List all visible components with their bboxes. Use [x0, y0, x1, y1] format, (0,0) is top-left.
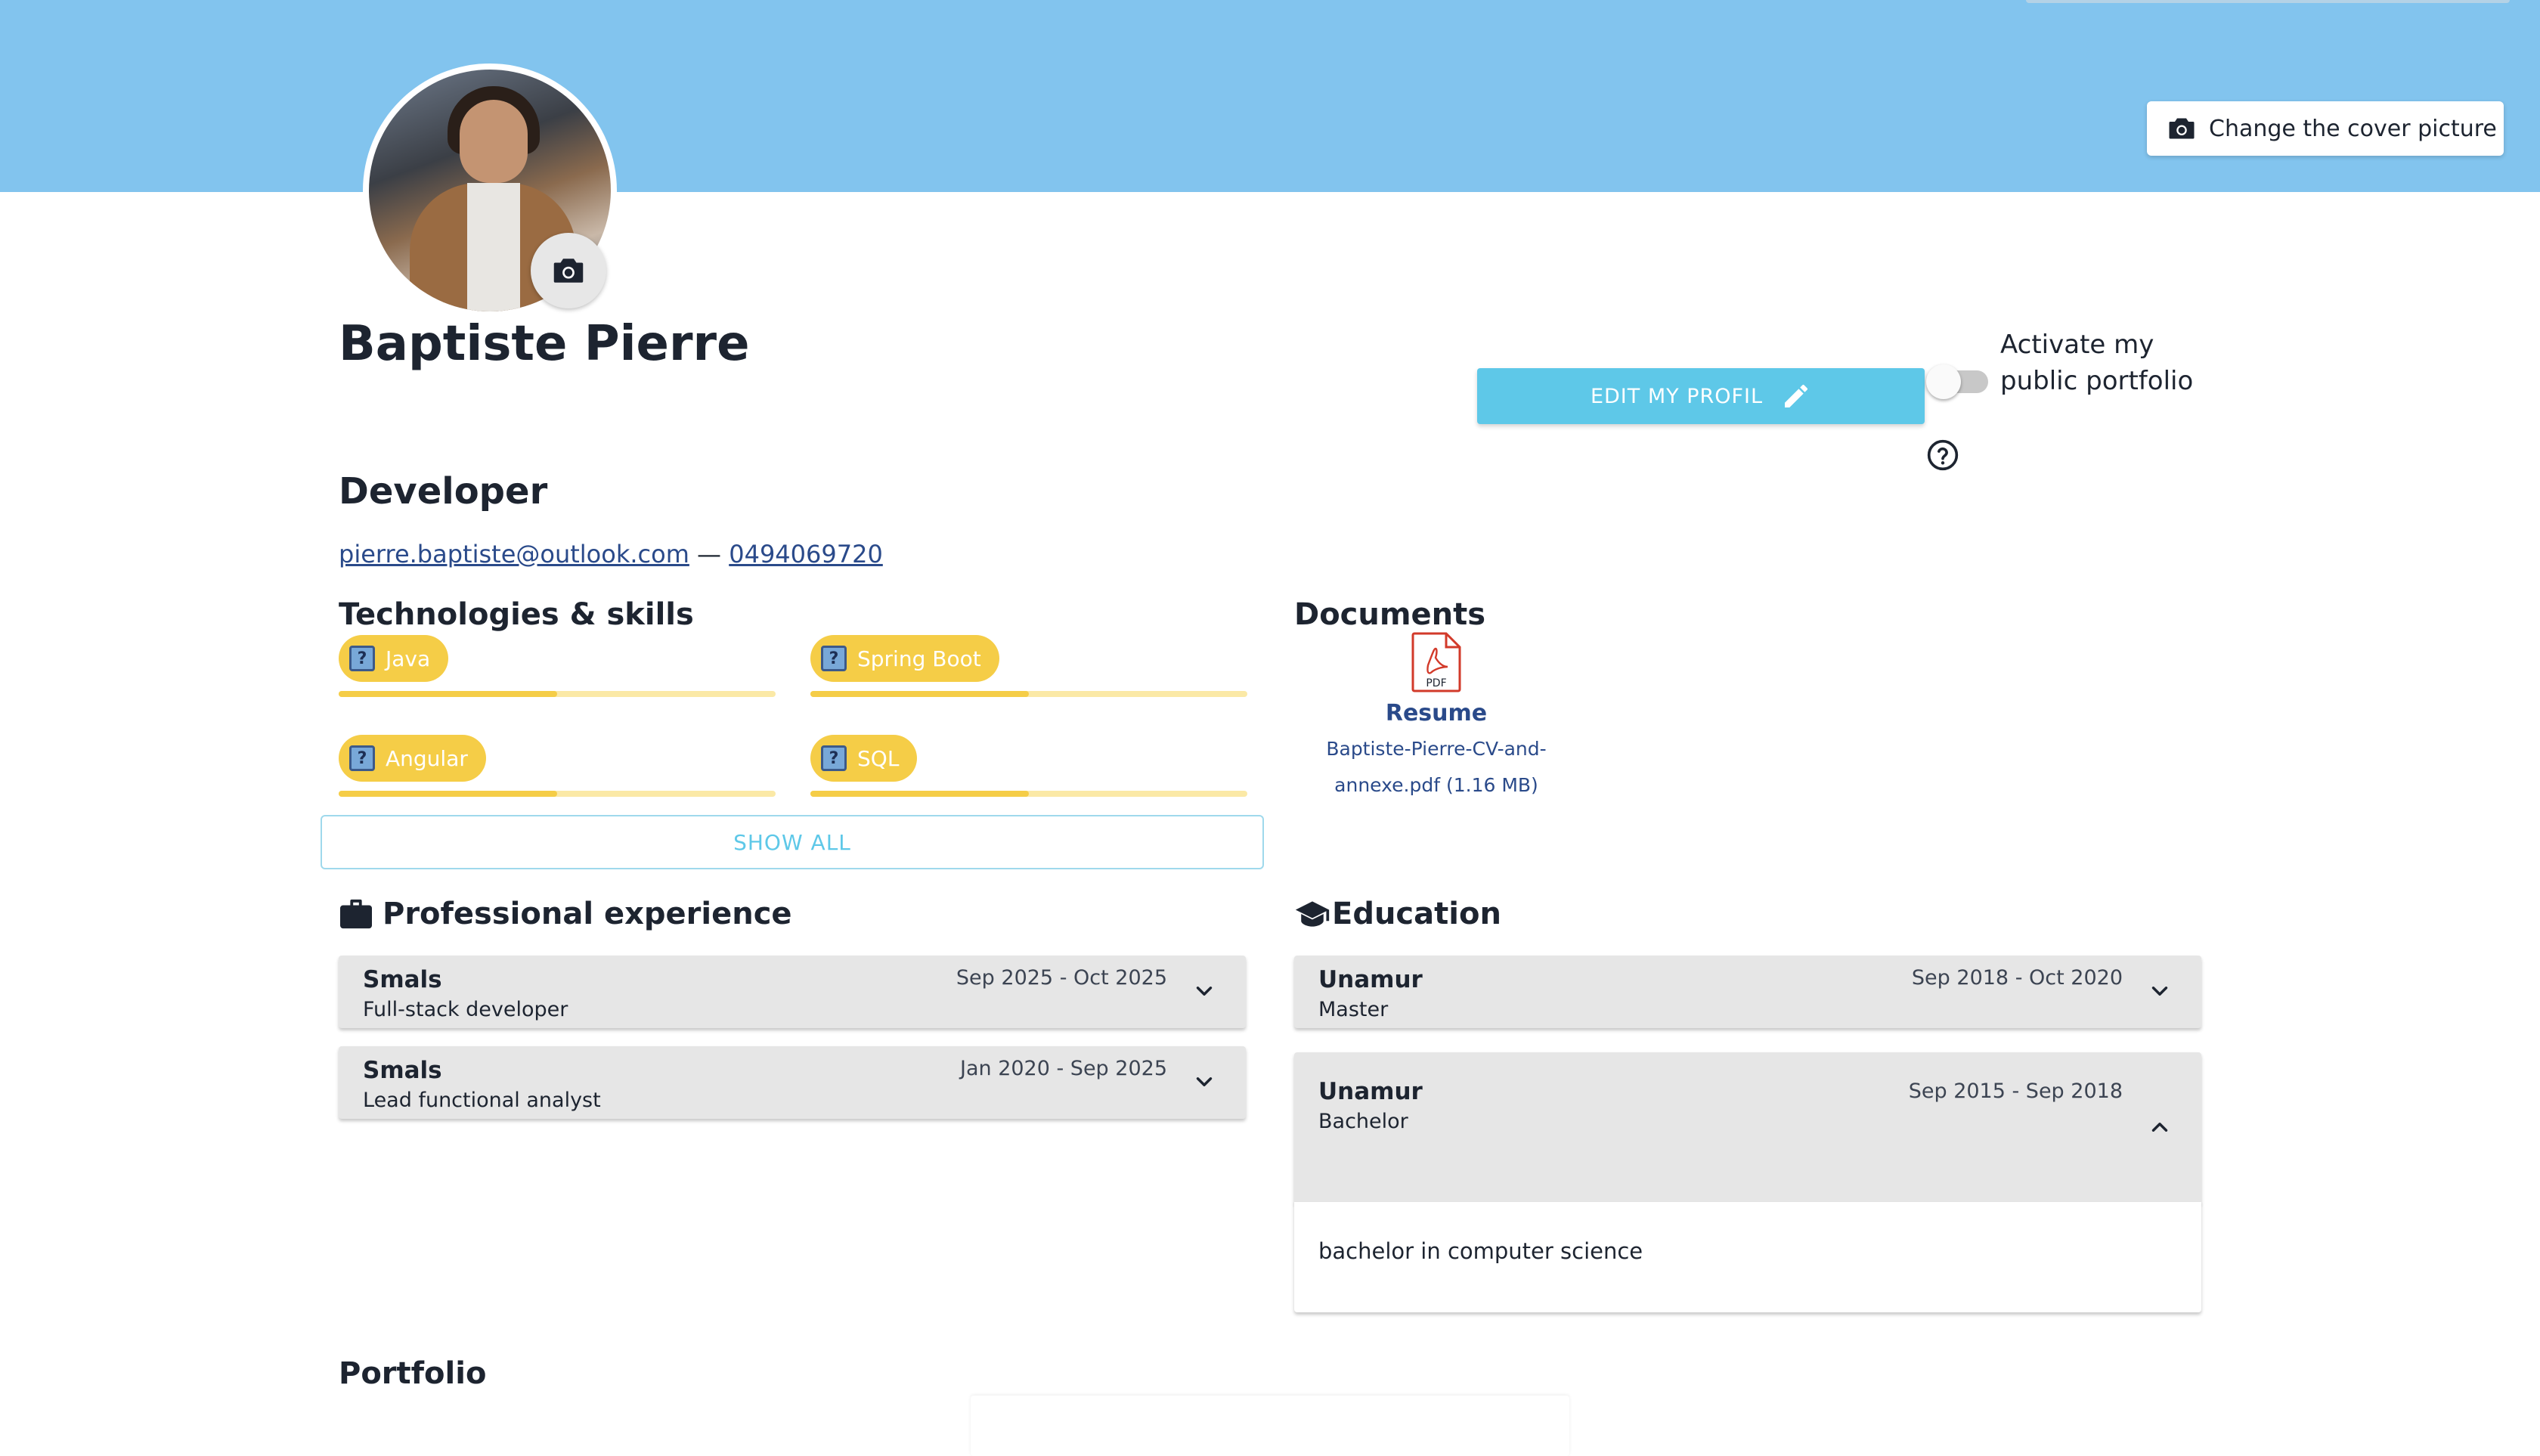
education-item[interactable]: Unamur Bachelor Sep 2015 - Sep 2018 — [1294, 1052, 2201, 1204]
profile-role: Developer — [339, 470, 548, 513]
profile-name: Baptiste Pierre — [339, 316, 750, 372]
edit-profile-label: EDIT MY PROFIL — [1590, 384, 1764, 408]
portfolio-title: Portfolio — [339, 1356, 487, 1391]
experience-position: Full-stack developer — [363, 998, 568, 1021]
skill-chip[interactable]: ? Spring Boot — [810, 635, 999, 682]
documents-title: Documents — [1294, 597, 1486, 632]
skill-name: Spring Boot — [857, 646, 981, 671]
skill-chip[interactable]: ? Java — [339, 635, 449, 682]
skill-name: Java — [386, 646, 431, 671]
question-icon: ? — [349, 646, 375, 671]
education-description: bachelor in computer science — [1294, 1202, 2201, 1312]
briefcase-icon — [340, 899, 372, 929]
chevron-down-icon[interactable] — [1191, 978, 1217, 1004]
pencil-icon — [1785, 384, 1808, 407]
education-org: Unamur — [1318, 1078, 1423, 1105]
skill-level-bar — [810, 691, 1247, 697]
experience-dates: Jan 2020 - Sep 2025 — [959, 1057, 1167, 1080]
skill-chip[interactable]: ? Angular — [339, 735, 486, 782]
skill-item: ? Spring Boot — [810, 635, 1247, 697]
phone-link[interactable]: 0494069720 — [729, 540, 883, 568]
change-cover-button[interactable]: Change the cover picture — [2147, 101, 2504, 156]
education-dates: Sep 2018 - Oct 2020 — [1911, 966, 2123, 990]
skill-item: ? Angular — [339, 735, 776, 797]
document-item[interactable]: PDF Resume Baptiste-Pierre-CV-and-annexe… — [1294, 632, 1578, 804]
question-icon: ? — [821, 646, 847, 671]
document-file[interactable]: Baptiste-Pierre-CV-and-annexe.pdf (1.16 … — [1294, 731, 1578, 804]
contact-separator: — — [689, 540, 729, 568]
email-link[interactable]: pierre.baptiste@outlook.com — [339, 540, 689, 568]
skills-title: Technologies & skills — [339, 597, 694, 632]
education-degree: Master — [1318, 998, 1389, 1021]
camera-icon — [553, 259, 584, 283]
education-title: Education — [1332, 897, 1501, 931]
document-name[interactable]: Resume — [1294, 700, 1578, 726]
education-section-title: Education — [1294, 897, 1501, 931]
public-portfolio-label: Activate my public portfolio — [2000, 330, 2194, 396]
pdf-icon-label: PDF — [1426, 677, 1446, 689]
skill-item: ? SQL — [810, 735, 1247, 797]
portfolio-card — [971, 1396, 1569, 1456]
experience-title: Professional experience — [383, 897, 792, 931]
chevron-down-icon[interactable] — [2147, 978, 2173, 1004]
change-cover-label: Change the cover picture — [2209, 115, 2497, 142]
question-icon: ? — [821, 745, 847, 771]
chevron-down-icon[interactable] — [1191, 1069, 1217, 1095]
show-all-skills-button[interactable]: SHOW ALL — [321, 815, 1264, 869]
pdf-file-icon: PDF — [1411, 632, 1461, 692]
edit-profile-button[interactable]: EDIT MY PROFIL — [1477, 368, 1925, 424]
experience-position: Lead functional analyst — [363, 1089, 601, 1112]
experience-item[interactable]: Smals Lead functional analyst Jan 2020 -… — [339, 1046, 1246, 1119]
experience-org: Smals — [363, 1057, 442, 1084]
skill-level-bar — [339, 791, 776, 797]
experience-section-title: Professional experience — [339, 897, 792, 931]
graduation-cap-icon — [1295, 901, 1330, 927]
experience-dates: Sep 2025 - Oct 2025 — [956, 966, 1167, 990]
help-icon[interactable] — [1926, 438, 1959, 472]
education-dates: Sep 2015 - Sep 2018 — [1908, 1080, 2123, 1103]
education-item[interactable]: Unamur Master Sep 2018 - Oct 2020 — [1294, 956, 2201, 1028]
experience-item[interactable]: Smals Full-stack developer Sep 2025 - Oc… — [339, 956, 1246, 1028]
education-org: Unamur — [1318, 966, 1423, 993]
education-degree: Bachelor — [1318, 1110, 1408, 1133]
contact-line: pierre.baptiste@outlook.com — 0494069720 — [339, 540, 883, 568]
skill-name: Angular — [386, 745, 468, 771]
skill-chip[interactable]: ? SQL — [810, 735, 918, 782]
skill-item: ? Java — [339, 635, 776, 697]
change-avatar-button[interactable] — [531, 233, 606, 308]
camera-icon — [2169, 118, 2195, 139]
chevron-up-icon[interactable] — [2147, 1114, 2173, 1140]
question-icon: ? — [349, 745, 375, 771]
cover-edge — [2026, 0, 2510, 3]
skill-level-bar — [810, 791, 1247, 797]
skill-name: SQL — [857, 745, 900, 771]
skill-level-bar — [339, 691, 776, 697]
public-portfolio-toggle[interactable] — [1926, 361, 1990, 399]
experience-org: Smals — [363, 966, 442, 993]
